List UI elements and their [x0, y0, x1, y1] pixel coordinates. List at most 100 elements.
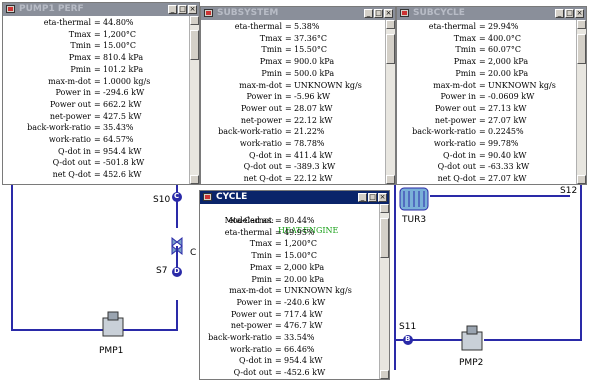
property-value: 33.54% [284, 333, 315, 342]
device-pmp1-label[interactable]: PMP1 [99, 346, 123, 356]
vertical-scrollbar[interactable] [189, 16, 199, 184]
minimize-button[interactable]: _ [555, 9, 564, 18]
window-content: eta-thermal = 44.80% Tmax = 1,200°C Tmin = 15.00… [3, 16, 189, 184]
vertical-scrollbar[interactable] [576, 20, 586, 184]
pump1-performance-window[interactable]: PUMP1 PERF _ □ × eta-thermal = 44.80% Tmax =… [2, 2, 200, 185]
close-button[interactable]: × [575, 9, 584, 18]
state-s11-label[interactable]: S11 [399, 322, 416, 332]
property-value: 954.4 kW [103, 146, 142, 156]
property-row: Pmax = 2,000 kPa [200, 263, 379, 273]
state-s10-label[interactable]: S10 [153, 195, 170, 205]
property-label: net-power [49, 111, 91, 121]
property-label: net Q-dot [52, 170, 91, 180]
property-value: UNKNOWN kg/s [294, 80, 362, 90]
property-row: Tmin = 15.50°C [201, 45, 385, 55]
equals-sign: = [94, 158, 101, 168]
property-label: max-m-dot [433, 80, 476, 90]
property-row: work-ratio = 99.78% [397, 139, 576, 149]
maximize-button[interactable]: □ [374, 9, 383, 18]
vertical-scrollbar[interactable] [385, 20, 395, 184]
equals-sign: = [275, 297, 282, 307]
property-label: back-work-ratio [218, 127, 282, 137]
close-button[interactable]: × [188, 5, 197, 14]
equals-sign: = [275, 321, 282, 331]
equals-sign: = [285, 150, 292, 160]
pump1-icon [102, 317, 124, 337]
property-label: Q-dot in [239, 356, 272, 366]
equals-sign: = [275, 274, 282, 284]
property-value: 900.0 kPa [294, 57, 335, 67]
maximize-button[interactable]: □ [178, 5, 187, 14]
equals-sign: = [479, 162, 486, 172]
scroll-down-arrow[interactable] [190, 175, 199, 184]
equals-sign: = [479, 115, 486, 125]
state-s12-label[interactable]: S12 [560, 186, 577, 196]
property-value: 1.0000 kg/s [103, 76, 151, 86]
property-row: Q-dot in = 90.40 kW [397, 151, 576, 161]
window-titlebar[interactable]: SUBCYCLE _ □ × [397, 7, 586, 20]
window-icon [400, 9, 409, 17]
property-row: net-power = 427.5 kW [3, 112, 188, 122]
property-row: Power in = -0.0609 kW [397, 92, 576, 102]
property-row: Pmax = 2,000 kPa [397, 57, 576, 67]
maximize-button[interactable]: □ [565, 9, 574, 18]
scroll-up-arrow[interactable] [380, 204, 389, 213]
minimize-button[interactable]: _ [358, 193, 367, 202]
property-value: 2,000 kPa [488, 57, 529, 67]
equals-sign: = [285, 57, 292, 67]
close-button[interactable]: × [378, 193, 387, 202]
close-button[interactable]: × [384, 9, 393, 18]
property-label: net Q-dot [243, 174, 282, 184]
equals-sign: = [479, 174, 486, 184]
equals-sign: = [285, 139, 292, 148]
equals-sign: = [94, 99, 101, 109]
property-label: Power out [240, 103, 282, 113]
equals-sign: = [285, 127, 292, 137]
window-content: eta-thermal = 5.38% Tmax = 37.36°C Tmin = 15.50°… [201, 20, 385, 184]
property-label: Q-dot out [437, 162, 476, 172]
device-tur3-label[interactable]: TUR3 [402, 215, 426, 225]
equals-sign: = [285, 115, 292, 125]
state-s7-label[interactable]: S7 [156, 266, 167, 276]
scroll-up-arrow[interactable] [386, 20, 395, 29]
window-titlebar[interactable]: CYCLE _ □ × [200, 191, 389, 204]
equals-sign: = [275, 344, 282, 354]
property-row: Pmin = 20.00 kPa [200, 275, 379, 285]
property-row: net Q-dot = 27.07 kW [397, 174, 576, 184]
subsystem-window[interactable]: SUBSYSTEM _ □ × eta-thermal = 5.38% Tmax = 37… [200, 6, 396, 185]
window-titlebar[interactable]: SUBSYSTEM _ □ × [201, 7, 395, 20]
scroll-thumb[interactable] [190, 30, 199, 60]
equals-sign: = [94, 53, 101, 63]
scroll-up-arrow[interactable] [190, 16, 199, 25]
minimize-button[interactable]: _ [168, 5, 177, 14]
property-value: -452.6 kW [284, 368, 326, 378]
subcycle-window[interactable]: SUBCYCLE _ □ × eta-thermal = 29.94% Tmax = 40… [396, 6, 587, 185]
maximize-button[interactable]: □ [368, 193, 377, 202]
device-pmp2-label[interactable]: PMP2 [459, 358, 483, 368]
cycle-window[interactable]: CYCLE _ □ × Modeled as: HEAT-ENGINE eta-… [199, 190, 390, 380]
property-label: eta-Carnot [228, 216, 272, 225]
property-label: eta-thermal [224, 227, 272, 237]
scroll-thumb[interactable] [577, 34, 586, 64]
scroll-thumb[interactable] [380, 218, 389, 258]
property-value: 27.13 kW [488, 103, 527, 113]
window-titlebar[interactable]: PUMP1 PERF _ □ × [3, 3, 199, 16]
property-label: work-ratio [239, 139, 282, 148]
property-label: Tmin [455, 45, 476, 55]
property-value: 60.07°C [488, 45, 522, 55]
scroll-down-arrow[interactable] [380, 370, 389, 379]
scroll-down-arrow[interactable] [386, 175, 395, 184]
minimize-button[interactable]: _ [364, 9, 373, 18]
property-value: 1,200°C [103, 29, 137, 39]
scroll-down-arrow[interactable] [577, 175, 586, 184]
property-label: Q-dot in [58, 146, 91, 156]
property-row: max-m-dot = UNKNOWN kg/s [397, 81, 576, 91]
scroll-thumb[interactable] [386, 34, 395, 64]
vertical-scrollbar[interactable] [379, 204, 389, 379]
property-row: Q-dot out = -389.3 kW [201, 162, 385, 172]
equals-sign: = [285, 68, 292, 78]
property-label: back-work-ratio [208, 333, 272, 342]
scroll-up-arrow[interactable] [577, 20, 586, 29]
property-label: Pmin [251, 274, 272, 284]
property-row: Power out = 717.4 kW [200, 310, 379, 320]
